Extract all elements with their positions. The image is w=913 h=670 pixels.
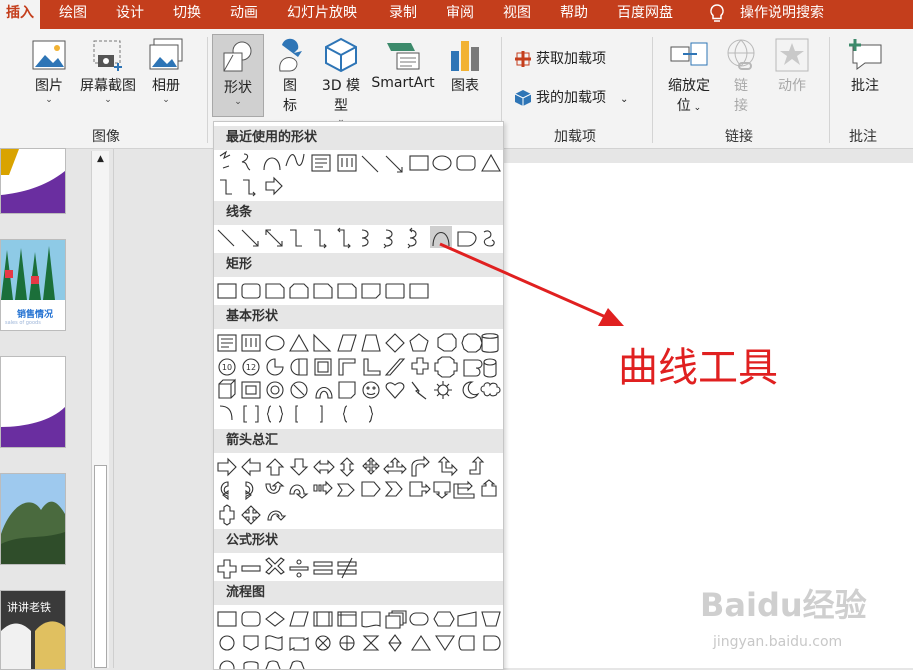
baidu-jingyan-watermark: Baidu经验 bbox=[700, 586, 867, 624]
annotation-arrow bbox=[439, 242, 624, 326]
watermark-url: jingyan.baidu.com bbox=[713, 634, 843, 650]
annotation-label: 曲线工具 bbox=[618, 345, 778, 391]
